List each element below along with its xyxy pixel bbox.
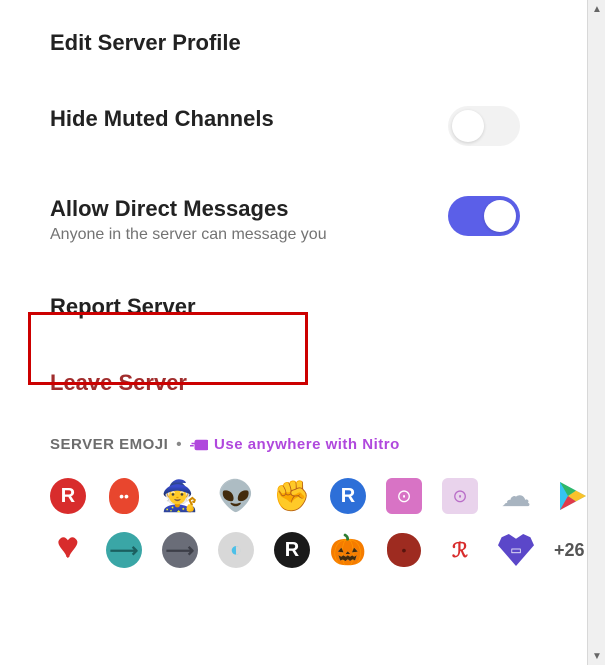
alien-green-icon: 👽 — [217, 479, 254, 514]
server-emoji-heading: SERVER EMOJI — [50, 436, 168, 453]
emoji-pixel-heart[interactable]: ♥ — [50, 532, 86, 568]
emoji-grid: R••🧙👽✊R⊙⊙☁ ♥⟶⟶◐R🎃•ℛ▭+26 — [50, 478, 560, 568]
emoji-row: ♥⟶⟶◐R🎃•ℛ▭+26 — [50, 532, 560, 568]
scrollbar[interactable]: ▲ ▼ — [587, 0, 605, 665]
emoji-r-black-circle[interactable]: R — [274, 532, 310, 568]
nitro-promo[interactable]: Use anywhere with Nitro — [190, 436, 400, 453]
cloud-creature-icon: ☁ — [501, 479, 531, 514]
emoji-play-triangle[interactable] — [554, 478, 590, 514]
edit-server-profile-label: Edit Server Profile — [50, 30, 241, 56]
emoji-purple-cassette[interactable]: ▭ — [498, 532, 534, 568]
report-server-label: Report Server — [50, 294, 196, 320]
raised-fist-icon: ✊ — [273, 479, 310, 514]
leave-server-item[interactable]: Leave Server — [50, 370, 560, 396]
nitro-pink-square-icon: ⊙ — [386, 478, 422, 514]
emoji-alien-green[interactable]: 👽 — [218, 478, 254, 514]
allow-dm-label: Allow Direct Messages — [50, 196, 327, 222]
emoji-red-blob-dark[interactable]: • — [386, 532, 422, 568]
r-cursive-red-icon: ℛ — [442, 532, 478, 568]
emoji-row: R •• 🧙 👽 ✊ R ⊙ ⊙ ☁ — [50, 478, 560, 514]
scroll-down-arrow-icon[interactable]: ▼ — [588, 647, 605, 665]
emoji-wizard-purple[interactable]: 🧙 — [162, 478, 198, 514]
emoji-cloud-creature[interactable]: ☁ — [498, 478, 534, 514]
red-blob-dark-icon: • — [387, 533, 421, 567]
emoji-r-white-on-red[interactable]: R — [50, 478, 86, 514]
separator-dot: • — [176, 436, 182, 453]
r-black-circle-icon: R — [274, 532, 310, 568]
emoji-pumpkin[interactable]: 🎃 — [330, 532, 366, 568]
r-blue-circle-icon: R — [330, 478, 366, 514]
r-white-on-red-icon: R — [50, 478, 86, 514]
allow-dm-item[interactable]: Allow Direct Messages Anyone in the serv… — [50, 196, 560, 244]
emoji-raised-fist[interactable]: ✊ — [274, 478, 310, 514]
scroll-up-arrow-icon[interactable]: ▲ — [588, 0, 605, 18]
wizard-purple-icon: 🧙 — [161, 479, 198, 514]
emoji-nitro-gray-circle[interactable]: ⟶ — [162, 532, 198, 568]
emoji-r-blue-circle[interactable]: R — [330, 478, 366, 514]
purple-cassette-icon: ▭ — [498, 534, 534, 566]
hide-muted-channels-item[interactable]: Hide Muted Channels — [50, 106, 560, 146]
report-server-item[interactable]: Report Server — [50, 294, 560, 320]
pixel-heart-icon: ♥ — [50, 534, 86, 566]
play-triangle-icon — [554, 478, 590, 514]
leave-server-label: Leave Server — [50, 370, 187, 396]
emoji-q-halo-gray[interactable]: ◐ — [218, 532, 254, 568]
scrollbar-track[interactable] — [591, 18, 602, 647]
q-halo-gray-icon: ◐ — [218, 532, 254, 568]
emoji-nitro-light-square[interactable]: ⊙ — [442, 478, 478, 514]
emoji-nitro-pink-square[interactable]: ⊙ — [386, 478, 422, 514]
emoji-nitro-teal-circle[interactable]: ⟶ — [106, 532, 142, 568]
nitro-teal-circle-icon: ⟶ — [106, 532, 142, 568]
allow-dm-toggle[interactable] — [448, 196, 520, 236]
allow-dm-subtitle: Anyone in the server can message you — [50, 226, 327, 244]
red-blob-face-icon: •• — [109, 478, 139, 514]
pumpkin-icon: 🎃 — [329, 533, 366, 568]
edit-server-profile-item[interactable]: Edit Server Profile — [50, 30, 560, 56]
toggle-thumb — [452, 110, 484, 142]
toggle-thumb — [484, 200, 516, 232]
emoji-more-count[interactable]: +26 — [554, 540, 585, 561]
hide-muted-toggle[interactable] — [448, 106, 520, 146]
nitro-gray-circle-icon: ⟶ — [162, 532, 198, 568]
nitro-icon — [190, 438, 208, 452]
emoji-red-blob-face[interactable]: •• — [106, 478, 142, 514]
emoji-r-cursive-red[interactable]: ℛ — [442, 532, 478, 568]
nitro-light-square-icon: ⊙ — [442, 478, 478, 514]
nitro-promo-text: Use anywhere with Nitro — [214, 436, 400, 453]
server-emoji-section: SERVER EMOJI • Use anywhere with Nitro R… — [50, 436, 560, 568]
server-emoji-header: SERVER EMOJI • Use anywhere with Nitro — [50, 436, 560, 453]
hide-muted-channels-label: Hide Muted Channels — [50, 106, 274, 132]
